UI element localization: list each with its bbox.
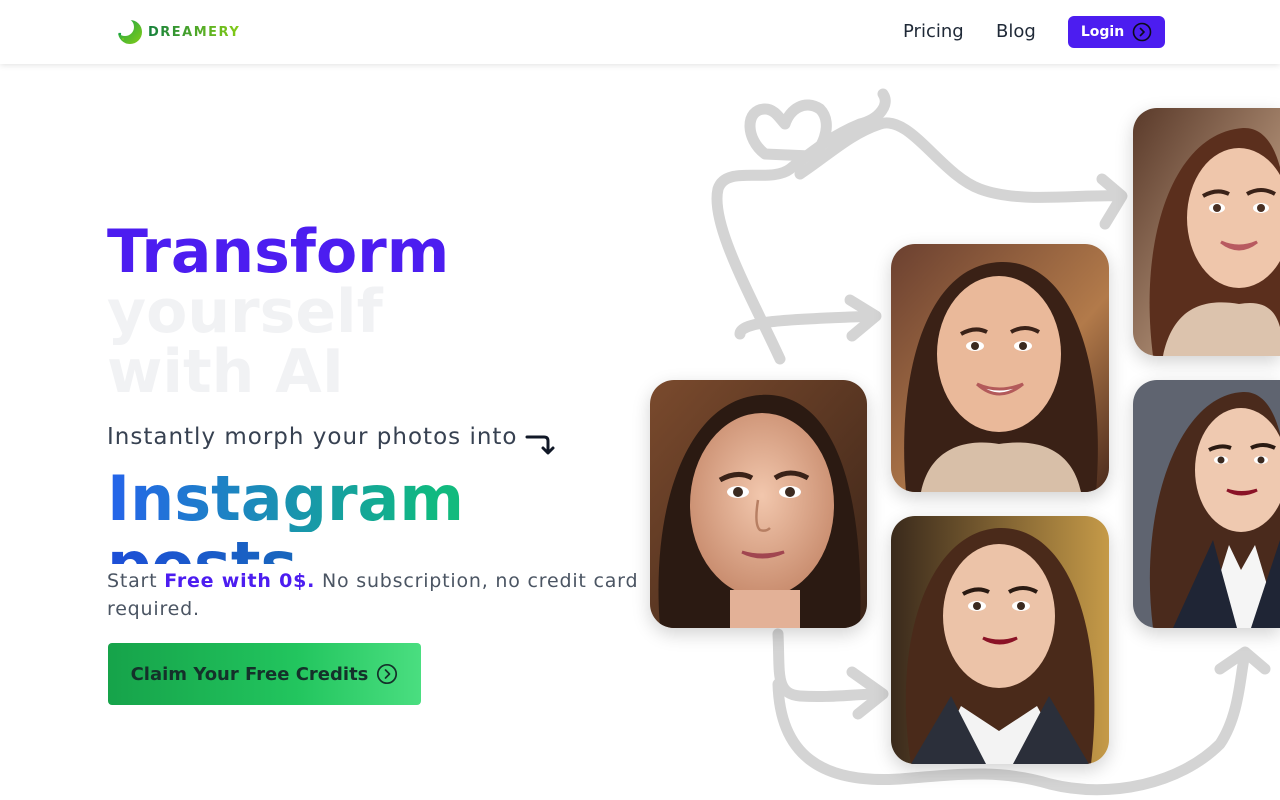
headline-line-1: Transform xyxy=(107,217,450,287)
chevron-circle-right-icon xyxy=(1132,22,1152,42)
gallery-photo-blazer xyxy=(891,516,1109,764)
portrait-image xyxy=(891,516,1109,764)
free-start-text: Start Free with 0$. No subscription, no … xyxy=(107,567,647,623)
rotating-word-2: posts xyxy=(107,532,647,565)
gallery-photo-dark-blazer xyxy=(1133,380,1280,628)
hero-subline: Instantly morph your photos into xyxy=(107,424,558,460)
subline-text: Instantly morph your photos into xyxy=(107,424,518,450)
hero-headline: Transform yourself with AI xyxy=(107,222,627,402)
login-button-label: Login xyxy=(1080,24,1125,40)
portrait-image xyxy=(1133,380,1280,628)
headline-line-2: yourself xyxy=(107,277,383,347)
chevron-circle-right-icon xyxy=(377,663,398,685)
login-button[interactable]: Login xyxy=(1068,16,1165,48)
portrait-image xyxy=(1133,108,1280,356)
rotating-words: Instagram posts xyxy=(107,466,647,564)
gallery-photo-closeup xyxy=(650,380,867,628)
start-prefix: Start xyxy=(107,570,165,592)
free-highlight: Free with 0$. xyxy=(164,570,316,592)
brand-name: DREAMERY xyxy=(148,24,241,40)
curved-arrow-down-icon xyxy=(525,435,555,455)
claim-credits-button[interactable]: Claim Your Free Credits xyxy=(108,643,421,705)
rotating-word-1: Instagram xyxy=(107,466,647,532)
portrait-image xyxy=(650,380,867,628)
cta-label: Claim Your Free Credits xyxy=(130,663,369,685)
site-header: DREAMERY Pricing Blog Login xyxy=(0,0,1280,64)
nav-blog-link[interactable]: Blog xyxy=(996,20,1036,44)
headline-line-3: with AI xyxy=(107,337,345,407)
gallery-photo-cardigan xyxy=(1133,108,1280,356)
portrait-image xyxy=(891,244,1109,492)
gallery-photo-smiling xyxy=(891,244,1109,492)
moon-logo-icon xyxy=(116,18,142,44)
logo-link[interactable]: DREAMERY xyxy=(114,16,240,48)
nav-pricing-link[interactable]: Pricing xyxy=(903,20,964,44)
